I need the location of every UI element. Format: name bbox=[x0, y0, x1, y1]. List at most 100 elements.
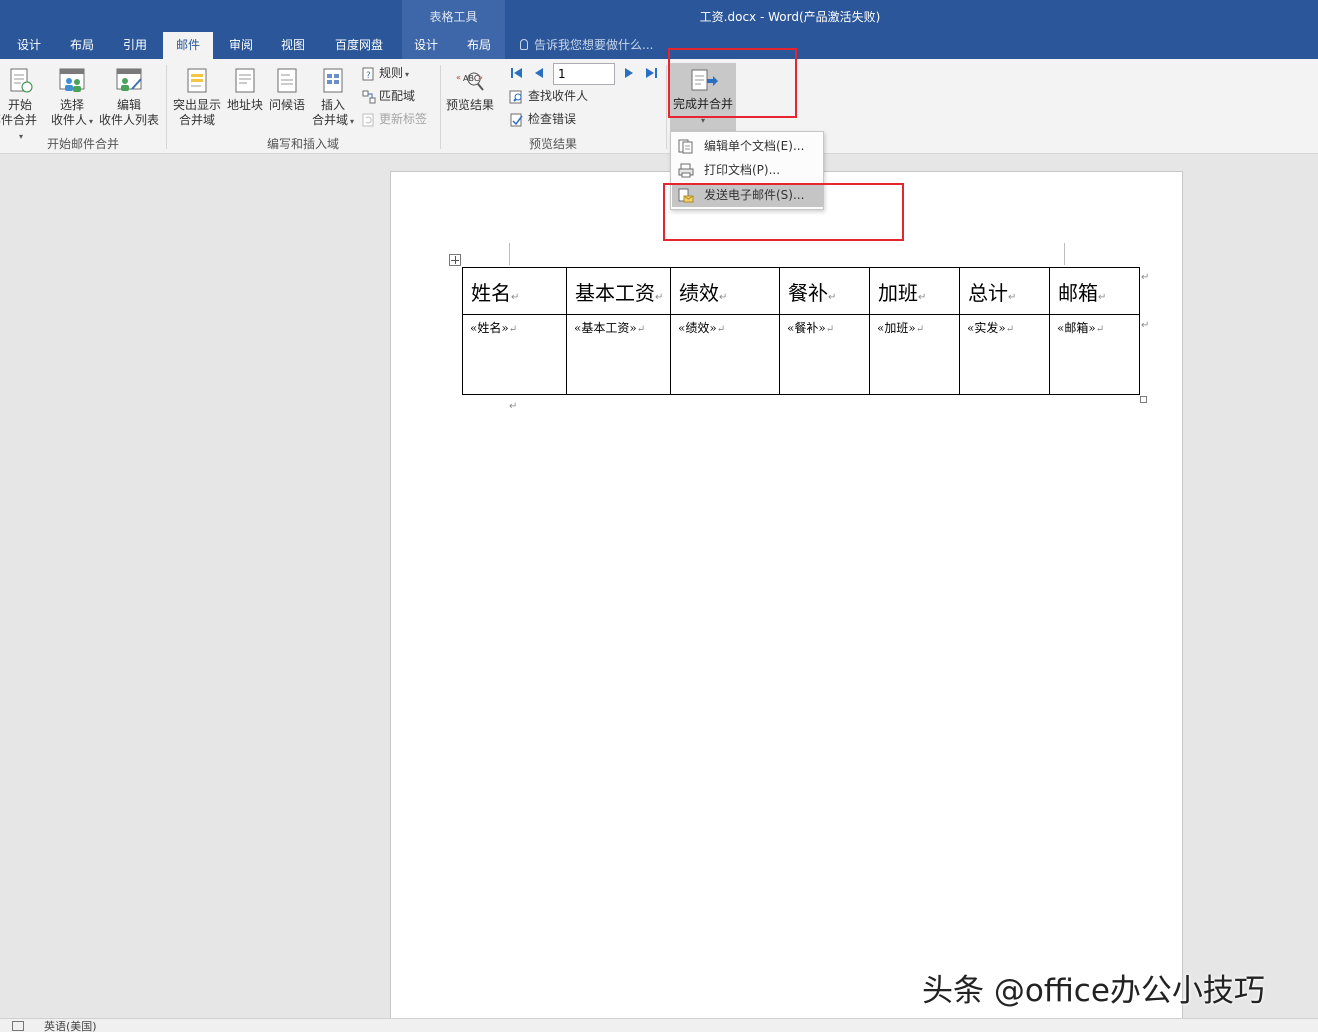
table-cell[interactable]: «姓名»↵ bbox=[462, 314, 567, 395]
greeting-line-icon bbox=[277, 68, 297, 93]
highlight-line1: 突出显示 bbox=[172, 98, 221, 112]
paragraph-mark: ↵ bbox=[825, 324, 835, 335]
language-indicator[interactable]: 英语(美国) bbox=[44, 1020, 97, 1032]
table-header-cell[interactable]: 总计↵ bbox=[959, 267, 1050, 315]
paragraph-mark: ↵ bbox=[1005, 324, 1015, 335]
table-move-handle[interactable] bbox=[449, 254, 461, 266]
start-merge-line2: 邮件合并 bbox=[0, 113, 37, 127]
last-record-icon[interactable] bbox=[644, 66, 658, 80]
table-header-cell[interactable]: 基本工资↵ bbox=[566, 267, 671, 315]
preview-results-button[interactable]: «ABC» 预览结果 bbox=[443, 67, 497, 113]
next-record-icon[interactable] bbox=[622, 66, 636, 80]
print-icon bbox=[678, 163, 694, 178]
header-overtime: 加班 bbox=[878, 281, 918, 305]
svg-text:»: » bbox=[478, 73, 483, 82]
table-cell[interactable]: «邮箱»↵ bbox=[1049, 314, 1140, 395]
greeting-line-button[interactable]: 问候语 bbox=[266, 67, 308, 113]
table-header-cell[interactable]: 加班↵ bbox=[869, 267, 960, 315]
table-resize-handle[interactable] bbox=[1140, 396, 1147, 403]
paragraph-mark: ↵ bbox=[918, 292, 927, 303]
insert-field-line2: 合并域 bbox=[311, 113, 348, 127]
rules-icon: ? bbox=[362, 67, 374, 81]
row-end-mark: ↵ bbox=[1141, 272, 1150, 283]
menu-item-label: 编辑单个文档(E)... bbox=[704, 139, 805, 153]
paragraph-mark: ↵ bbox=[915, 324, 925, 335]
check-errors-label: 检查错误 bbox=[528, 112, 577, 126]
tab-table-layout[interactable]: 布局 bbox=[458, 32, 500, 59]
proofing-icon[interactable] bbox=[12, 1021, 24, 1031]
match-fields-button[interactable]: 匹配域 bbox=[362, 86, 415, 106]
update-labels-icon bbox=[362, 113, 374, 126]
merge-field-meal-allowance: «餐补» bbox=[787, 321, 826, 335]
tab-review[interactable]: 审阅 bbox=[220, 32, 262, 59]
table-cell[interactable]: «加班»↵ bbox=[869, 314, 960, 395]
margin-mark bbox=[509, 243, 510, 265]
merge-field-actual-pay: «实发» bbox=[967, 321, 1006, 335]
group-divider bbox=[666, 65, 667, 149]
highlight-fields-icon bbox=[187, 68, 207, 93]
menu-item-print-documents[interactable]: 打印文档(P)... bbox=[672, 159, 823, 182]
greeting-line-label: 问候语 bbox=[268, 98, 305, 112]
merge-field-base-salary: «基本工资» bbox=[574, 321, 637, 335]
edit-recipients-line2: 收件人列表 bbox=[98, 113, 159, 127]
tab-references[interactable]: 引用 bbox=[114, 32, 156, 59]
context-group-label: 表格工具 bbox=[429, 10, 478, 24]
table-row: «姓名»↵ «基本工资»↵ «绩效»↵ «餐补»↵ «加班»↵ «实发»↵ «邮… bbox=[462, 314, 1140, 395]
table-header-cell[interactable]: 邮箱↵ bbox=[1049, 267, 1140, 315]
tab-design[interactable]: 设计 bbox=[8, 32, 50, 59]
update-labels-button[interactable]: 更新标签 bbox=[362, 109, 427, 129]
table-cell[interactable]: «实发»↵ bbox=[959, 314, 1050, 395]
match-fields-icon bbox=[362, 90, 376, 103]
menu-item-label: 打印文档(P)... bbox=[704, 163, 781, 177]
watermark-text: 头条 @office办公小技巧 bbox=[922, 973, 1265, 1009]
merge-field-performance: «绩效» bbox=[678, 321, 717, 335]
check-errors-button[interactable]: 检查错误 bbox=[509, 109, 576, 129]
select-recipients-button[interactable]: 选择 收件人 ▾ bbox=[48, 67, 96, 129]
highlight-box-finish-merge bbox=[668, 48, 797, 118]
tab-mailings[interactable]: 邮件 bbox=[163, 32, 213, 59]
chevron-down-icon: ▾ bbox=[350, 117, 355, 126]
menu-item-edit-individual-documents[interactable]: 编辑单个文档(E)... bbox=[672, 135, 823, 158]
merge-field-overtime: «加班» bbox=[877, 321, 916, 335]
header-total: 总计 bbox=[968, 281, 1008, 305]
rules-label: 规则 bbox=[379, 66, 404, 80]
tab-baidu-netdisk[interactable]: 百度网盘 bbox=[328, 32, 390, 59]
document-merge-icon bbox=[10, 68, 33, 93]
table-cell[interactable]: «餐补»↵ bbox=[779, 314, 870, 395]
table-cell[interactable]: «绩效»↵ bbox=[670, 314, 780, 395]
insert-field-icon bbox=[323, 68, 343, 93]
rules-button[interactable]: ? 规则 ▾ bbox=[362, 63, 409, 83]
start-mail-merge-button[interactable]: 开始 邮件合并▾ bbox=[0, 67, 40, 144]
table-header-cell[interactable]: 绩效↵ bbox=[670, 267, 780, 315]
table-cell[interactable]: «基本工资»↵ bbox=[566, 314, 671, 395]
previous-record-icon[interactable] bbox=[532, 66, 546, 80]
tab-view[interactable]: 视图 bbox=[272, 32, 314, 59]
first-record-icon[interactable] bbox=[510, 66, 524, 80]
tab-layout[interactable]: 布局 bbox=[61, 32, 103, 59]
insert-merge-field-button[interactable]: 插入 合并域 ▾ bbox=[310, 67, 356, 129]
insert-field-line1: 插入 bbox=[320, 98, 345, 112]
edit-recipients-icon bbox=[116, 68, 142, 91]
tab-table-design[interactable]: 设计 bbox=[405, 32, 447, 59]
paragraph-mark: ↵ bbox=[1098, 292, 1107, 303]
tell-me-box[interactable]: 告诉我您想要做什么... bbox=[520, 32, 653, 59]
header-name: 姓名 bbox=[471, 281, 511, 305]
edit-recipient-list-button[interactable]: 编辑 收件人列表 bbox=[98, 67, 160, 128]
highlight-merge-fields-button[interactable]: 突出显示 合并域 bbox=[172, 67, 222, 128]
preview-results-label: 预览结果 bbox=[445, 98, 494, 112]
find-recipient-button[interactable]: 查找收件人 bbox=[509, 86, 588, 106]
address-block-button[interactable]: 地址块 bbox=[225, 67, 265, 113]
table-header-row: 姓名↵ 基本工资↵ 绩效↵ 餐补↵ 加班↵ 总计↵ 邮箱↵ bbox=[462, 267, 1140, 315]
margin-mark bbox=[1064, 243, 1065, 265]
table-header-cell[interactable]: 餐补↵ bbox=[779, 267, 870, 315]
window-title: 工资.docx - Word(产品激活失败) bbox=[699, 10, 881, 24]
group-label-preview-results: 预览结果 bbox=[528, 137, 577, 151]
title-bar: 表格工具 工资.docx - Word(产品激活失败) 设计 布局 引用 邮件 … bbox=[0, 0, 1318, 59]
merge-table[interactable]: 姓名↵ 基本工资↵ 绩效↵ 餐补↵ 加班↵ 总计↵ 邮箱↵ «姓名»↵ «基本工… bbox=[462, 267, 1140, 395]
start-merge-line1: 开始 bbox=[7, 98, 32, 112]
select-recipients-line2: 收件人 bbox=[50, 113, 87, 127]
select-recipients-line1: 选择 bbox=[59, 98, 84, 112]
record-number-input[interactable]: 1 bbox=[553, 63, 615, 85]
header-base-salary: 基本工资 bbox=[575, 281, 655, 305]
table-header-cell[interactable]: 姓名↵ bbox=[462, 267, 567, 315]
